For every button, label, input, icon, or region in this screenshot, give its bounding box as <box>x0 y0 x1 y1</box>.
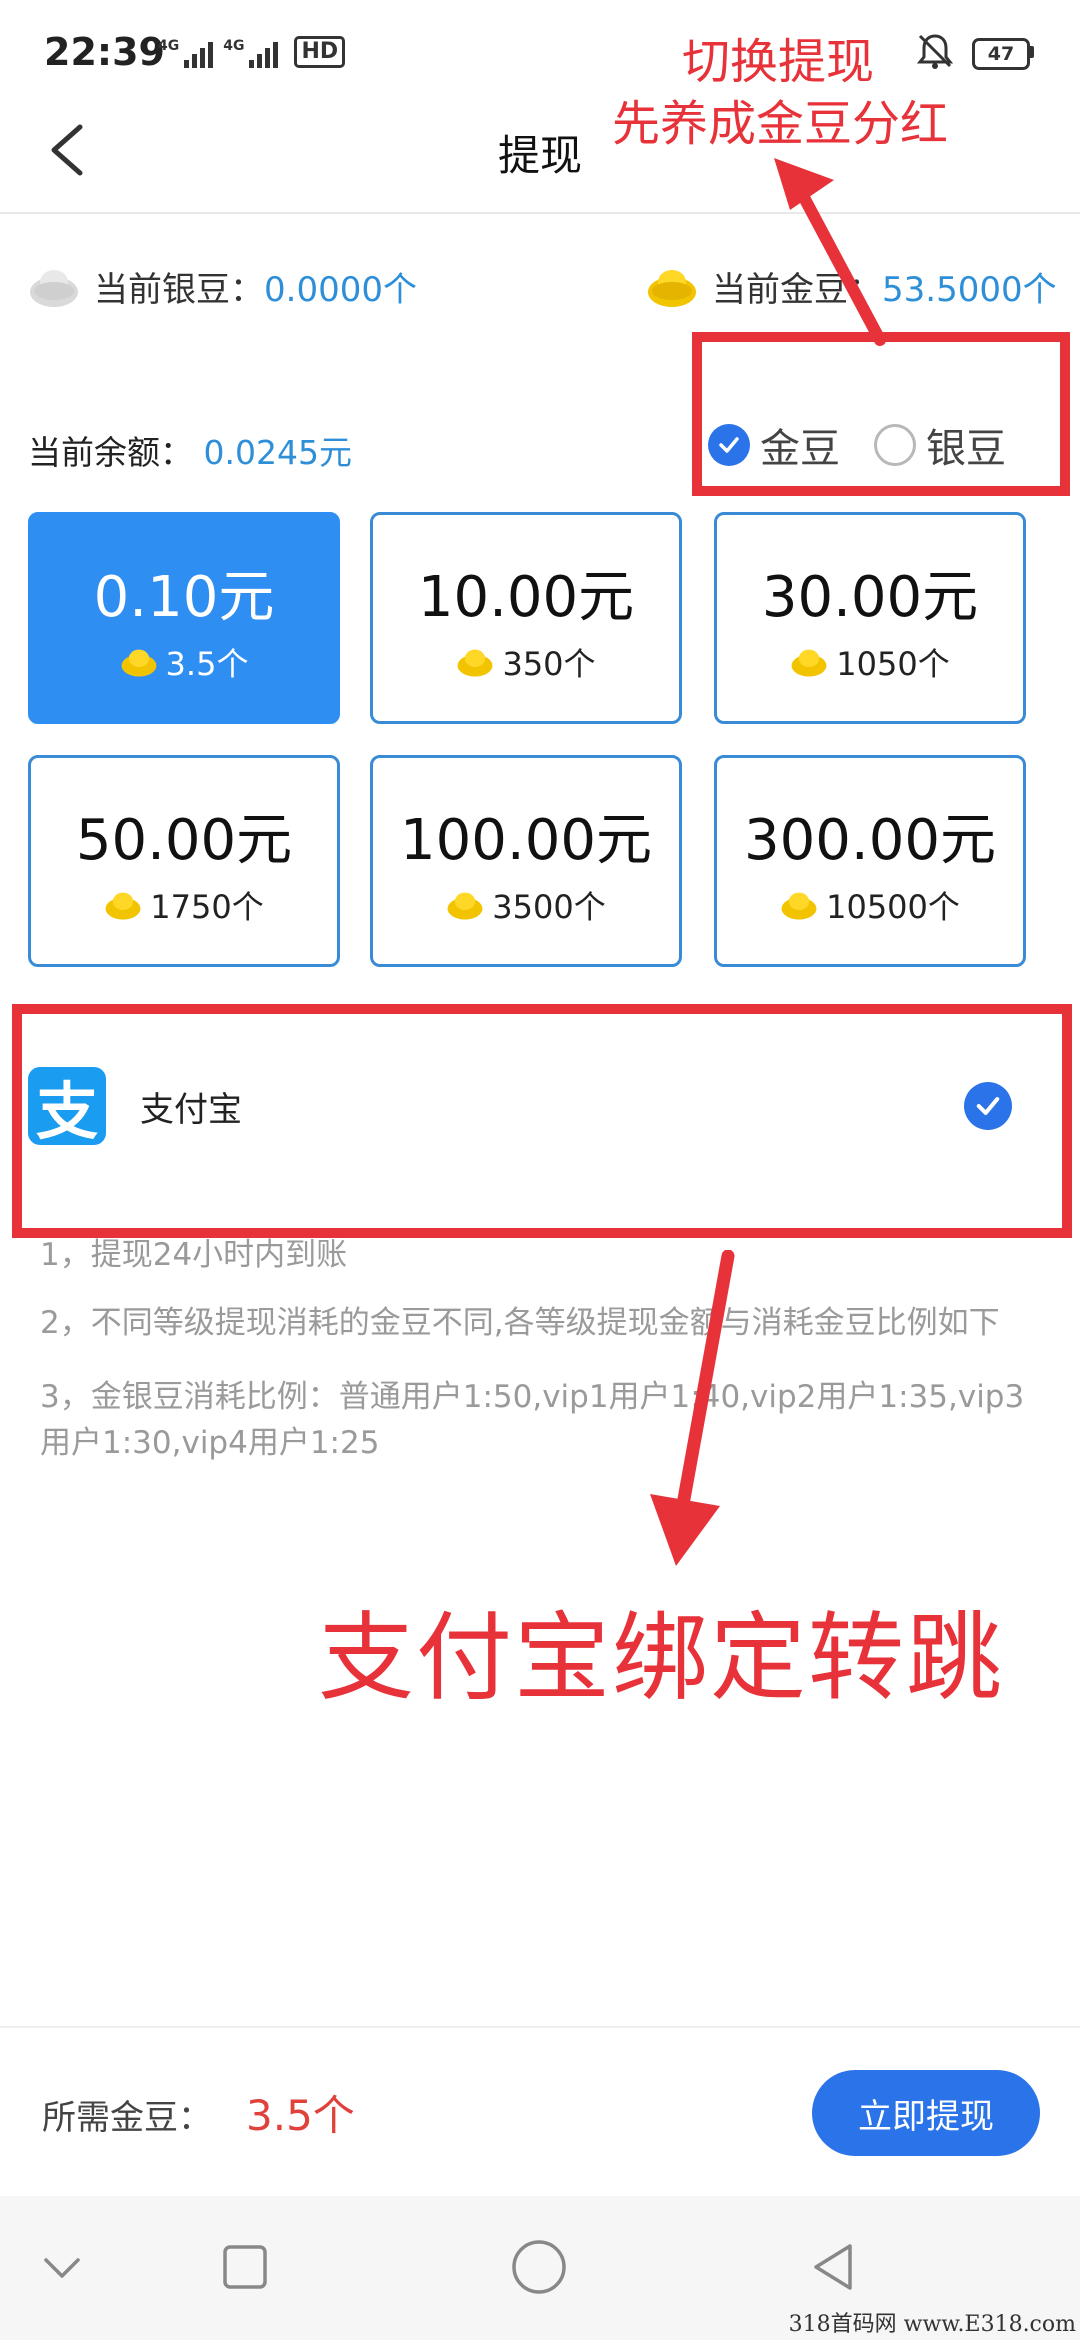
annotation-arrow-icon <box>774 158 886 346</box>
annotation-box-bean-switch <box>692 332 1070 496</box>
nav-home-icon[interactable] <box>510 2238 568 2296</box>
header-divider <box>0 212 1080 214</box>
gold-bean-icon <box>447 892 483 920</box>
gold-bean-icon <box>648 269 696 307</box>
amount-value: 300.00元 <box>744 807 996 873</box>
annotation-box-alipay <box>12 1004 1072 1238</box>
amount-bean-count: 1050个 <box>836 644 950 683</box>
gold-bean-icon <box>457 649 493 677</box>
amount-value: 0.10元 <box>93 564 275 630</box>
amount-beans: 10500个 <box>780 882 960 928</box>
gold-bean-icon <box>791 649 827 677</box>
nav-recents-icon[interactable] <box>220 2242 270 2292</box>
amount-beans: 3.5个 <box>120 639 249 685</box>
amount-beans: 1050个 <box>790 639 950 685</box>
battery-icon: 47 <box>972 38 1030 70</box>
annotation-text: 切换提现 <box>682 34 875 90</box>
status-time: 22:39 <box>44 30 165 74</box>
balance-label: 当前余额： <box>28 433 193 472</box>
silver-bean-row: 当前银豆： 0.0000个 <box>28 262 417 311</box>
silver-bean-icon <box>30 269 78 307</box>
amount-bean-count: 3.5个 <box>165 644 249 683</box>
gold-bean-icon <box>781 892 817 920</box>
silver-bean-value: 0.0000个 <box>264 270 417 310</box>
amount-bean-count: 3500个 <box>492 887 606 926</box>
annotation-text: 先养成金豆分红 <box>612 96 949 152</box>
amount-bean-count: 1750个 <box>150 887 264 926</box>
rule-text: 3，金银豆消耗比例：普通用户1:50,vip1用户1:40,vip2用户1:35… <box>40 1379 1025 1461</box>
nav-collapse-chevron-icon[interactable] <box>40 2252 84 2284</box>
required-beans-value: 3.5个 <box>246 2091 355 2140</box>
amount-option-card[interactable]: 100.00元 3500个 <box>370 755 682 967</box>
balance-row: 当前余额： 0.0245元 <box>28 426 352 474</box>
annotation-text: 支付宝绑定转跳 <box>318 1602 1004 1714</box>
nav-back-icon[interactable] <box>808 2240 860 2294</box>
signal-icon: 4G <box>223 38 279 68</box>
annotation-arrow-icon <box>650 1250 735 1566</box>
required-beans-label: 所需金豆： <box>42 2098 212 2138</box>
amount-option-card[interactable]: 30.00元 1050个 <box>714 512 1026 724</box>
amount-option-card[interactable]: 10.00元 350个 <box>370 512 682 724</box>
rule-text: 1，提现24小时内到账 <box>40 1237 348 1273</box>
rule-text: 2，不同等级提现消耗的金豆不同,各等级提现金额与消耗金豆比例如下 <box>40 1305 1000 1341</box>
amount-beans: 1750个 <box>104 882 264 928</box>
bell-muted-icon <box>916 34 954 69</box>
amount-option-card[interactable]: 0.10元 3.5个 <box>28 512 340 724</box>
balance-value: 0.0245元 <box>203 433 352 472</box>
amount-value: 10.00元 <box>417 564 635 630</box>
gold-bean-value: 53.5000个 <box>882 270 1057 310</box>
amount-value: 30.00元 <box>761 564 979 630</box>
watermark: 318首码网 www.E318.com <box>788 2312 1076 2337</box>
network-type: 4G <box>223 38 245 54</box>
battery-tip <box>1029 46 1034 58</box>
amount-value: 100.00元 <box>400 807 652 873</box>
signal-icon: 4G <box>158 38 214 68</box>
amount-bean-count: 10500个 <box>826 887 960 926</box>
gold-bean-icon <box>121 649 157 677</box>
withdraw-now-button[interactable]: 立即提现 <box>812 2070 1040 2156</box>
signal-indicators: 4G 4G HD <box>158 36 346 68</box>
silver-bean-label: 当前银豆： <box>94 270 264 310</box>
amount-option-card[interactable]: 300.00元 10500个 <box>714 755 1026 967</box>
hd-badge: HD <box>294 36 346 68</box>
network-type: 4G <box>158 38 180 54</box>
amount-option-card[interactable]: 50.00元 1750个 <box>28 755 340 967</box>
footer-divider <box>0 2026 1080 2028</box>
amount-beans: 350个 <box>456 639 596 685</box>
amount-value: 50.00元 <box>75 807 293 873</box>
amount-bean-count: 350个 <box>502 644 596 683</box>
gold-bean-icon <box>105 892 141 920</box>
amount-beans: 3500个 <box>446 882 606 928</box>
